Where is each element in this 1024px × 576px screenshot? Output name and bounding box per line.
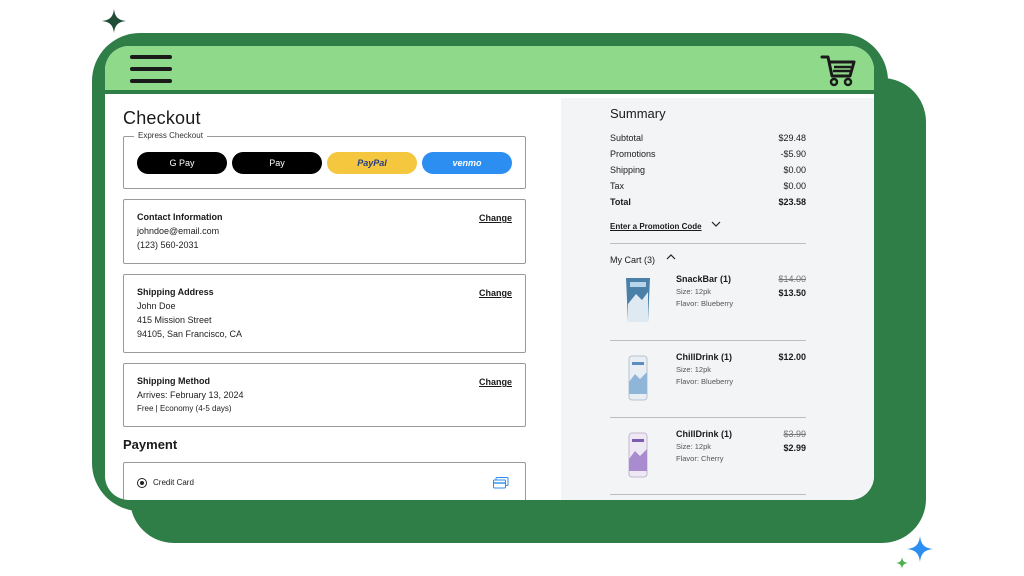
item-price: $2.99 [783, 443, 806, 453]
shipping-name: John Doe [137, 301, 176, 311]
summary-value: -$5.90 [780, 149, 806, 159]
paypal-label: PayPal [357, 158, 387, 168]
summary-label: Tax [610, 181, 625, 191]
summary-row-shipping: Shipping $0.00 [610, 165, 806, 175]
chilldrink-cherry-image [628, 432, 648, 478]
credit-card-icon [493, 477, 509, 489]
my-cart-toggle[interactable]: My Cart (3) [610, 255, 655, 265]
venmo-button[interactable]: venmo [422, 152, 512, 174]
summary-value: $29.48 [778, 133, 806, 143]
chevron-down-icon[interactable] [711, 220, 721, 228]
total-value: $23.58 [778, 197, 806, 207]
checkout-window: Checkout Express Checkout G Pay Pay PayP… [105, 46, 874, 500]
shipping-street: 415 Mission Street [137, 315, 212, 325]
shipping-address-box: Shipping Address John Doe 415 Mission St… [123, 274, 526, 353]
credit-card-label: Credit Card [153, 478, 194, 487]
chilldrink-blueberry-image [628, 355, 648, 401]
item-old-price: $14.00 [778, 274, 806, 284]
shipping-city: 94105, San Francisco, CA [137, 329, 243, 339]
checkout-panel: Checkout Express Checkout G Pay Pay PayP… [105, 98, 561, 500]
summary-row-tax: Tax $0.00 [610, 181, 806, 191]
google-pay-label: G Pay [169, 158, 195, 168]
contact-information-box: Contact Information johndoe@email.com (1… [123, 199, 526, 264]
item-old-price: $3.99 [783, 429, 806, 439]
hamburger-icon[interactable] [130, 55, 172, 85]
contact-title: Contact Information [137, 212, 223, 222]
credit-card-radio[interactable] [137, 478, 147, 488]
shipping-arrives: Arrives: February 13, 2024 [137, 390, 244, 400]
cart-item: SnackBar (1) Size: 12pk Flavor: Blueberr… [610, 274, 806, 346]
express-checkout-box: Express Checkout G Pay Pay PayPal venmo [123, 131, 526, 189]
snackbar-image [626, 278, 650, 322]
payment-title: Payment [123, 437, 178, 452]
cart-icon[interactable] [820, 52, 856, 88]
summary-panel: Summary Subtotal $29.48 Promotions -$5.90 … [561, 98, 874, 500]
cart-item: ChillDrink (1) Size: 12pk Flavor: Cherry… [610, 429, 806, 500]
payment-box: Credit Card [123, 462, 526, 500]
item-flavor: Flavor: Blueberry [676, 377, 734, 386]
google-pay-button[interactable]: G Pay [137, 152, 227, 174]
summary-value: $0.00 [783, 181, 806, 191]
item-flavor: Flavor: Cherry [676, 454, 724, 463]
chevron-up-icon[interactable] [666, 253, 676, 261]
shipping-method-title: Shipping Method [137, 376, 210, 386]
item-name: SnackBar (1) [676, 274, 732, 284]
shipping-detail: Free | Economy (4-5 days) [137, 404, 232, 413]
item-size: Size: 12pk [676, 442, 712, 451]
shipping-method-box: Shipping Method Arrives: February 13, 20… [123, 363, 526, 427]
summary-label: Promotions [610, 149, 656, 159]
summary-value: $0.00 [783, 165, 806, 175]
divider [610, 494, 806, 495]
summary-row-subtotal: Subtotal $29.48 [610, 133, 806, 143]
item-price: $12.00 [778, 352, 806, 362]
express-checkout-legend: Express Checkout [134, 131, 207, 140]
contact-email: johndoe@email.com [137, 226, 220, 236]
summary-row-total: Total $23.58 [610, 197, 806, 207]
top-bar [105, 46, 874, 94]
summary-title: Summary [610, 106, 666, 121]
apple-pay-button[interactable]: Pay [232, 152, 322, 174]
item-size: Size: 12pk [676, 365, 712, 374]
change-address-link[interactable]: Change [479, 288, 512, 298]
item-size: Size: 12pk [676, 287, 712, 296]
sparkle-icon [896, 557, 908, 569]
paypal-button[interactable]: PayPal [327, 152, 417, 174]
page-title: Checkout [123, 108, 201, 128]
item-name: ChillDrink (1) [676, 352, 733, 362]
venmo-label: venmo [452, 158, 482, 168]
promotion-code-link[interactable]: Enter a Promotion Code [610, 222, 702, 231]
sparkle-icon [102, 9, 126, 33]
apple-pay-label: Pay [269, 158, 285, 168]
summary-row-promotions: Promotions -$5.90 [610, 149, 806, 159]
item-flavor: Flavor: Blueberry [676, 299, 734, 308]
divider [610, 243, 806, 244]
summary-label: Shipping [610, 165, 646, 175]
item-name: ChillDrink (1) [676, 429, 733, 439]
shipping-address-title: Shipping Address [137, 287, 214, 297]
cart-item: ChillDrink (1) Size: 12pk Flavor: Bluebe… [610, 352, 806, 424]
summary-label: Subtotal [610, 133, 644, 143]
item-price: $13.50 [778, 288, 806, 298]
sparkle-icon [907, 536, 933, 562]
divider [610, 417, 806, 418]
total-label: Total [610, 197, 631, 207]
change-method-link[interactable]: Change [479, 377, 512, 387]
contact-phone: (123) 560-2031 [137, 240, 199, 250]
change-contact-link[interactable]: Change [479, 213, 512, 223]
divider [610, 340, 806, 341]
